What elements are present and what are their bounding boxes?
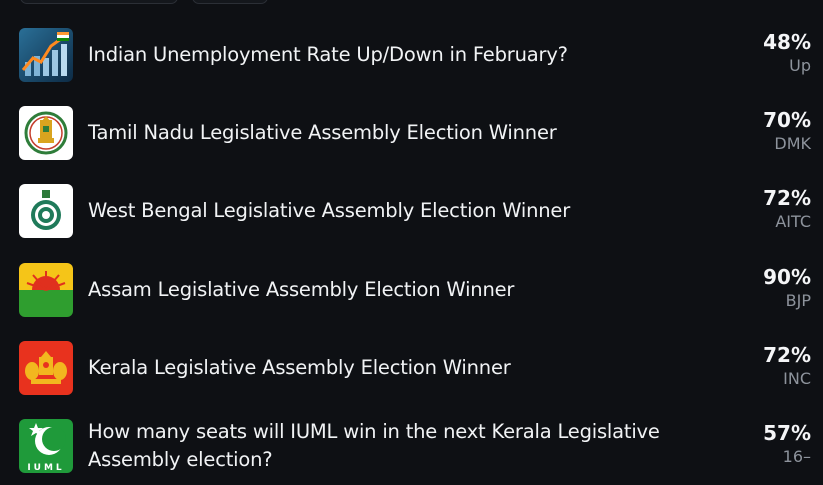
market-row[interactable]: Kerala Legislative Assembly Election Win… — [0, 329, 823, 407]
market-row[interactable]: IUML How many seats will IUML win in the… — [0, 407, 823, 485]
market-list: Indian Unemployment Rate Up/Down in Febr… — [0, 16, 823, 485]
market-odds: 90% BJP — [763, 264, 811, 312]
filter-pill-2[interactable] — [192, 0, 268, 4]
market-percent: 70% — [763, 108, 811, 133]
tamil-nadu-emblem-icon — [19, 106, 73, 161]
iuml-logo-icon: IUML — [19, 418, 73, 473]
market-percent: 72% — [763, 342, 811, 367]
market-odds: 72% AITC — [763, 185, 811, 233]
market-title[interactable]: How many seats will IUML win in the next… — [88, 407, 673, 485]
market-title[interactable]: Kerala Legislative Assembly Election Win… — [88, 329, 673, 407]
market-row[interactable]: Assam Legislative Assembly Election Winn… — [0, 251, 823, 329]
west-bengal-emblem-icon — [19, 184, 73, 239]
market-title[interactable]: Indian Unemployment Rate Up/Down in Febr… — [88, 16, 673, 94]
svg-text:IUML: IUML — [27, 463, 64, 473]
market-outcome: BJP — [785, 290, 811, 310]
market-outcome: INC — [783, 368, 811, 388]
market-row[interactable]: West Bengal Legislative Assembly Electio… — [0, 172, 823, 250]
market-row[interactable]: Tamil Nadu Legislative Assembly Election… — [0, 94, 823, 172]
assam-flag-icon — [19, 262, 73, 317]
market-title[interactable]: West Bengal Legislative Assembly Electio… — [88, 172, 673, 250]
market-outcome: Up — [789, 56, 811, 75]
market-percent: 57% — [763, 420, 811, 445]
market-odds: 72% INC — [763, 342, 811, 390]
filter-pill-1[interactable] — [20, 0, 178, 4]
market-odds: 57% 16– — [763, 420, 811, 468]
market-outcome: DMK — [774, 134, 811, 154]
market-percent: 48% — [763, 30, 811, 54]
market-outcome: 16– — [782, 446, 811, 466]
market-odds: 70% DMK — [763, 107, 811, 155]
market-percent: 90% — [763, 264, 811, 289]
kerala-emblem-icon — [19, 340, 73, 395]
market-odds: 48% Up — [763, 29, 811, 77]
unemployment-chart-icon — [19, 28, 73, 82]
market-title[interactable]: Assam Legislative Assembly Election Winn… — [88, 251, 673, 329]
market-row[interactable]: Indian Unemployment Rate Up/Down in Febr… — [0, 16, 823, 94]
market-title[interactable]: Tamil Nadu Legislative Assembly Election… — [88, 94, 673, 172]
market-outcome: AITC — [775, 212, 811, 232]
market-percent: 72% — [763, 186, 811, 211]
